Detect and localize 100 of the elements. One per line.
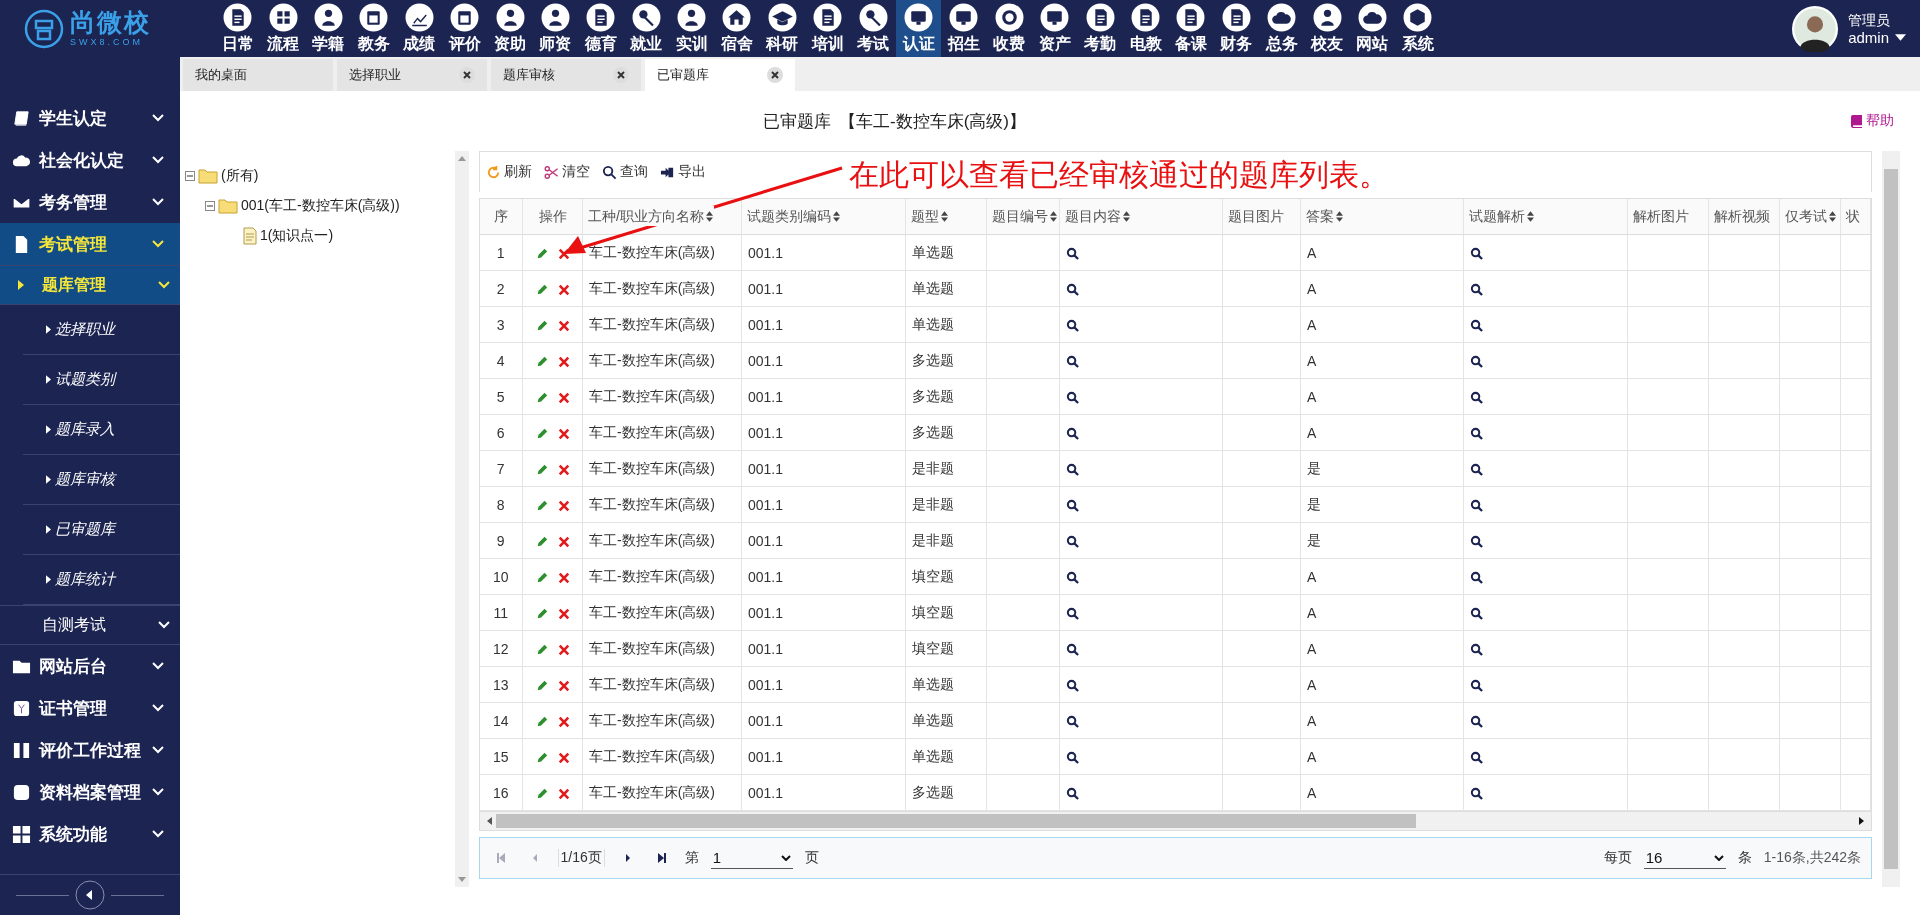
pencil-icon[interactable]	[535, 571, 548, 584]
nav-item[interactable]: 认证	[895, 0, 942, 57]
pencil-icon[interactable]	[535, 679, 548, 692]
nav-item[interactable]: 系统	[1395, 0, 1441, 57]
delete-icon[interactable]	[557, 247, 570, 260]
tree-item[interactable]: 001(车工-数控车床(高级))	[241, 197, 400, 215]
nav-item[interactable]: 培训	[805, 0, 851, 57]
scroll-right-icon[interactable]	[1859, 817, 1865, 825]
nav-item[interactable]: 德育	[578, 0, 624, 57]
page-select[interactable]: 1	[710, 847, 793, 869]
search-icon[interactable]	[1470, 247, 1483, 261]
tree-item[interactable]: 1(知识点一)	[260, 227, 334, 245]
search-icon[interactable]	[1470, 427, 1483, 441]
delete-icon[interactable]	[557, 751, 570, 764]
nav-item[interactable]: 宿舍	[714, 0, 760, 57]
pencil-icon[interactable]	[535, 643, 548, 656]
tab[interactable]: 已审题库	[645, 59, 795, 91]
nav-item[interactable]: 成绩	[396, 0, 442, 57]
search-icon[interactable]	[1470, 319, 1483, 333]
sidebar-link[interactable]: 题库录入	[23, 405, 180, 455]
search-icon[interactable]	[1066, 643, 1079, 657]
nav-item[interactable]: 教务	[351, 0, 397, 57]
search-icon[interactable]	[1066, 463, 1079, 477]
scroll-left-icon[interactable]	[485, 817, 492, 825]
sidebar-item[interactable]: 资料档案管理	[0, 771, 180, 813]
delete-icon[interactable]	[557, 499, 570, 512]
pencil-icon[interactable]	[535, 787, 548, 800]
search-icon[interactable]	[1066, 247, 1079, 261]
search-icon[interactable]	[1470, 499, 1483, 513]
delete-icon[interactable]	[557, 391, 570, 404]
horizontal-scrollbar[interactable]	[478, 812, 1872, 831]
delete-icon[interactable]	[557, 463, 570, 476]
sidebar-link[interactable]: 已审题库	[23, 505, 180, 555]
close-icon[interactable]	[613, 67, 629, 83]
nav-item[interactable]: 日常	[215, 0, 261, 57]
pencil-icon[interactable]	[535, 283, 548, 296]
search-icon[interactable]	[1470, 643, 1483, 657]
sidebar-item[interactable]: 证书管理	[0, 687, 180, 729]
search-icon[interactable]	[1066, 751, 1079, 765]
last-page-icon[interactable]	[656, 852, 667, 864]
search-icon[interactable]	[1470, 715, 1483, 729]
nav-item[interactable]: 学籍	[305, 0, 352, 57]
sidebar-item[interactable]: 网站后台	[0, 645, 180, 687]
nav-item[interactable]: 校友	[1304, 0, 1350, 57]
nav-item[interactable]: 财务	[1213, 0, 1259, 57]
search-icon[interactable]	[1470, 391, 1483, 405]
pencil-icon[interactable]	[535, 319, 548, 332]
sidebar-item[interactable]: 社会化认定	[0, 139, 180, 181]
delete-icon[interactable]	[557, 715, 570, 728]
pencil-icon[interactable]	[535, 427, 548, 440]
nav-item[interactable]: 科研	[759, 0, 806, 57]
close-icon[interactable]	[767, 67, 783, 83]
sidebar-item[interactable]: 评价工作过程	[0, 729, 180, 771]
delete-icon[interactable]	[557, 787, 570, 800]
search-icon[interactable]	[1066, 319, 1079, 333]
close-icon[interactable]	[459, 67, 475, 83]
sidebar-item[interactable]: 系统功能	[0, 813, 180, 855]
nav-item[interactable]: 招生	[941, 0, 987, 57]
sidebar-link[interactable]: 题库统计	[23, 555, 180, 605]
sidebar-item[interactable]: 学生认定	[0, 97, 180, 139]
search-icon[interactable]	[1066, 535, 1079, 549]
user-menu[interactable]: admin	[1848, 28, 1906, 47]
search-icon[interactable]	[1470, 751, 1483, 765]
tab[interactable]: 我的桌面	[183, 59, 333, 91]
search-icon[interactable]	[1066, 391, 1079, 405]
avatar-icon[interactable]	[1792, 5, 1839, 52]
search-icon[interactable]	[1066, 355, 1079, 369]
collapse-button[interactable]	[75, 880, 105, 910]
search-icon[interactable]	[1470, 571, 1483, 585]
toolbar-button[interactable]: 清空	[543, 163, 590, 181]
collapse-icon[interactable]	[185, 171, 195, 181]
pencil-icon[interactable]	[535, 463, 548, 476]
search-icon[interactable]	[1066, 427, 1079, 441]
search-icon[interactable]	[1066, 283, 1079, 297]
nav-item[interactable]: 考试	[850, 0, 896, 57]
nav-item[interactable]: 实训	[668, 0, 715, 57]
search-icon[interactable]	[1470, 283, 1483, 297]
nav-item[interactable]: 总务	[1259, 0, 1305, 57]
delete-icon[interactable]	[557, 571, 570, 584]
sidebar-link[interactable]: 选择职业	[23, 305, 180, 355]
page-size-select[interactable]: 16	[1643, 847, 1726, 869]
nav-item[interactable]: 收费	[986, 0, 1033, 57]
tab[interactable]: 题库审核	[491, 59, 641, 91]
nav-item[interactable]: 师资	[532, 0, 579, 57]
collapse-icon[interactable]	[205, 201, 215, 211]
search-icon[interactable]	[1066, 787, 1079, 801]
search-icon[interactable]	[1066, 715, 1079, 729]
delete-icon[interactable]	[557, 355, 570, 368]
pencil-icon[interactable]	[535, 391, 548, 404]
pencil-icon[interactable]	[535, 751, 548, 764]
scrollbar[interactable]	[1882, 151, 1900, 887]
pencil-icon[interactable]	[535, 715, 548, 728]
pencil-icon[interactable]	[535, 499, 548, 512]
pencil-icon[interactable]	[535, 355, 548, 368]
pencil-icon[interactable]	[535, 247, 548, 260]
delete-icon[interactable]	[557, 427, 570, 440]
toolbar-button[interactable]: 刷新	[485, 163, 532, 181]
delete-icon[interactable]	[557, 607, 570, 620]
delete-icon[interactable]	[557, 319, 570, 332]
delete-icon[interactable]	[557, 679, 570, 692]
